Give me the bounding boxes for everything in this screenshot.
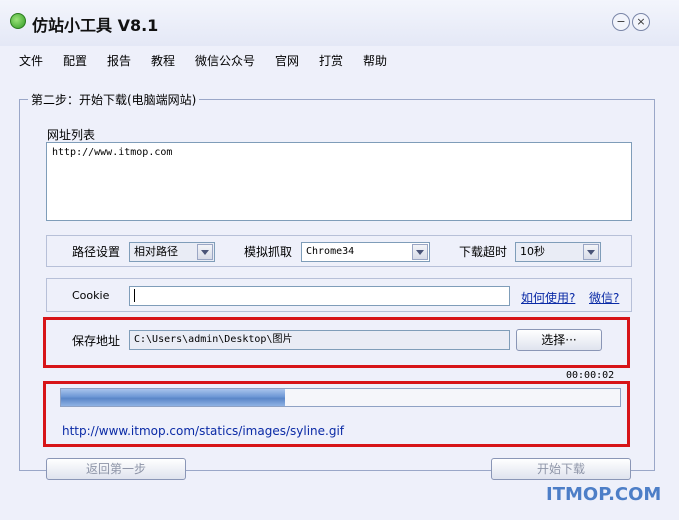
highlight-progress <box>43 381 630 447</box>
title-bar[interactable]: 仿站小工具 V8.1 − × <box>0 0 679 46</box>
user-agent-select[interactable]: Chrome34 <box>301 242 430 262</box>
timeout-label: 下载超时 <box>459 245 508 259</box>
menu-help[interactable]: 帮助 <box>363 52 387 69</box>
timeout-value: 10秒 <box>520 245 545 258</box>
site-watermark: ITMOP.COM <box>546 484 662 505</box>
user-agent-label: 模拟抓取 <box>244 245 293 259</box>
chevron-down-icon[interactable] <box>197 244 213 260</box>
menu-official-site[interactable]: 官网 <box>275 52 299 69</box>
how-to-use-link[interactable]: 如何使用? <box>521 289 575 306</box>
window-title: 仿站小工具 V8.1 <box>32 16 159 35</box>
back-to-step-one-button[interactable]: 返回第一步 <box>46 458 186 480</box>
menu-wechat-account[interactable]: 微信公众号 <box>195 52 255 69</box>
cookie-input[interactable] <box>129 286 510 306</box>
step-group-title: 第二步：开始下载(电脑端网站) <box>28 91 200 108</box>
close-button[interactable]: × <box>632 13 650 31</box>
url-list-label: 网址列表 <box>47 128 96 142</box>
user-agent-value: Chrome34 <box>306 246 355 257</box>
menu-report[interactable]: 报告 <box>107 52 131 69</box>
app-window: 仿站小工具 V8.1 − × 文件 配置 报告 教程 微信公众号 官网 打赏 帮… <box>0 0 679 520</box>
start-download-button[interactable]: 开始下载 <box>491 458 631 480</box>
menu-bar: 文件 配置 报告 教程 微信公众号 官网 打赏 帮助 <box>0 49 679 71</box>
timeout-select[interactable]: 10秒 <box>515 242 601 262</box>
elapsed-time: 00:00:02 <box>566 370 615 381</box>
path-setting-value: 相对路径 <box>134 245 178 258</box>
menu-file[interactable]: 文件 <box>19 52 43 69</box>
wechat-link[interactable]: 微信? <box>589 289 619 306</box>
highlight-save-path <box>43 317 630 368</box>
chevron-down-icon[interactable] <box>583 244 599 260</box>
minimize-icon: − <box>616 15 626 28</box>
path-setting-label: 路径设置 <box>72 245 121 259</box>
minimize-button[interactable]: − <box>612 13 630 31</box>
cookie-label: Cookie <box>72 289 110 302</box>
menu-config[interactable]: 配置 <box>63 52 87 69</box>
menu-tutorial[interactable]: 教程 <box>151 52 175 69</box>
close-icon: × <box>636 15 646 28</box>
path-setting-select[interactable]: 相对路径 <box>129 242 215 262</box>
chevron-down-icon[interactable] <box>412 244 428 260</box>
menu-donate[interactable]: 打赏 <box>319 52 343 69</box>
url-list-textarea[interactable]: http://www.itmop.com <box>46 142 632 221</box>
app-logo-icon <box>10 13 26 29</box>
text-caret <box>134 288 135 302</box>
